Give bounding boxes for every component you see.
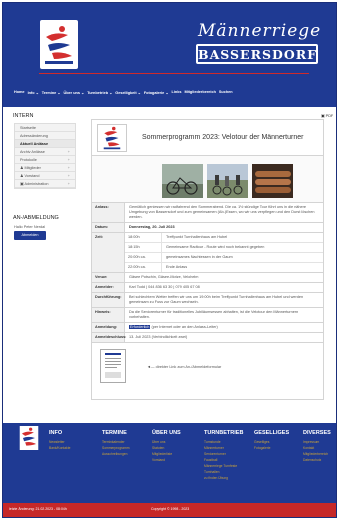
footer-col-info: INFO Newsletter Bank/Kontakte bbox=[49, 430, 71, 450]
footer-link[interactable]: Mitgliederliste bbox=[152, 452, 181, 456]
sidebar-item-vorstand[interactable]: ♟ Vorstand + bbox=[15, 172, 75, 180]
sidebar-item-mitglieder[interactable]: ♟ Mitglieder + bbox=[15, 164, 75, 172]
footer-col-termine: TERMINE Terminkalender Sommerprogramm Au… bbox=[102, 430, 130, 456]
nav-links[interactable]: Links bbox=[172, 90, 182, 95]
info-row-hinweis: Hinweis: Da die Seniorenturner für tradi… bbox=[92, 308, 323, 323]
sidebar-menu: Startseite Adressänderung Aktuell Anläss… bbox=[14, 123, 76, 189]
gymnast-logo-icon bbox=[103, 126, 121, 150]
info-row-venue: Venue: Gäsee Potschin, Gäsee-Motze, Velo… bbox=[92, 273, 323, 283]
footer-link[interactable]: Statuten bbox=[152, 446, 181, 450]
footer-col-diverses: DIVERSES Impressum Kontakt Mitgliederber… bbox=[303, 430, 331, 462]
nav-geselligkeit[interactable]: Geselligkeit ⌄ bbox=[115, 90, 141, 95]
event-title: Sommerprogramm 2023: Velotour der Männer… bbox=[142, 134, 304, 141]
copyright-text: Copyright © 1998 - 2023 bbox=[151, 507, 190, 511]
footer-link[interactable]: Terminkalender bbox=[102, 440, 129, 444]
main-navigation: Home Info ⌄ Termine ⌄ Über uns ⌄ Turnbet… bbox=[14, 90, 233, 95]
logout-button[interactable]: Abmelden bbox=[14, 231, 46, 240]
footer-logo-icon[interactable] bbox=[19, 426, 39, 450]
footer-link[interactable]: Männerriege Turnfeste bbox=[204, 464, 243, 468]
footer-link[interactable]: Turnhallen bbox=[204, 470, 243, 474]
bottom-bar: letzte Änderung: 21.02.2023 - 08:04h Cop… bbox=[3, 503, 336, 517]
nav-info[interactable]: Info ⌄ bbox=[28, 90, 39, 95]
form-link-row: ◄— direkter Link zum An-/Abmeldeformular bbox=[92, 343, 323, 399]
group-ride-photo bbox=[207, 164, 248, 198]
header-divider bbox=[39, 73, 309, 74]
footer-link[interactable]: Kontakt bbox=[303, 446, 331, 450]
schedule-table: 18:00h Treffpunkt Turnhallenhaus am Hubel… bbox=[125, 233, 323, 272]
info-row-anmeldeschluss: Anmeldeschluss: 13. Juli 2023 (Verbindli… bbox=[92, 333, 323, 343]
required-badge: Erforderlich bbox=[129, 325, 151, 329]
pdf-link[interactable]: ▣ PDF bbox=[321, 113, 333, 118]
footer-link[interactable]: Datenschutz bbox=[303, 458, 331, 462]
footer-col-ueber-uns: ÜBER UNS Über uns Statuten Mitgliederlis… bbox=[152, 430, 181, 462]
footer-link[interactable]: zu finden Übung bbox=[204, 476, 243, 480]
expand-icon[interactable]: + bbox=[68, 180, 70, 188]
bicycle-photo bbox=[162, 164, 203, 198]
greeting-text: Hallo Peter Nerdal bbox=[14, 225, 46, 229]
sidebar-item-startseite[interactable]: Startseite bbox=[15, 124, 75, 132]
sidebar-item-adressaenderung[interactable]: Adressänderung bbox=[15, 132, 75, 140]
nav-ueber-uns[interactable]: Über uns ⌄ bbox=[64, 90, 85, 95]
nav-mitgliederbereich[interactable]: Mitgliederbereich bbox=[184, 90, 215, 95]
expand-icon[interactable]: + bbox=[68, 156, 70, 164]
site-title-box: BASSERSDORF bbox=[196, 44, 318, 64]
nav-turnbetrieb[interactable]: Turnbetrieb ⌄ bbox=[87, 90, 112, 95]
info-row-durchfuehrung: Durchführung: Bei schlechtem Wetter tref… bbox=[92, 293, 323, 308]
footer-link[interactable]: Faustball bbox=[204, 458, 243, 462]
nav-suchen[interactable]: Suchen bbox=[219, 90, 233, 95]
schedule-row: 22:00h ca. Ende Anlass bbox=[125, 263, 323, 272]
footer-link[interactable]: Fotogalerie bbox=[254, 446, 289, 450]
sidebar-item-administration[interactable]: ▣ Administration + bbox=[15, 180, 75, 188]
sidebar-item-protokolle[interactable]: Protokolle + bbox=[15, 156, 75, 164]
schedule-row: 20:00h ca. gemeinsames Nachtessen in der … bbox=[125, 253, 323, 263]
event-panel: Sommerprogramm 2023: Velotour der Männer… bbox=[91, 119, 324, 400]
site-header: Männerriege BASSERSDORF Home Info ⌄ Term… bbox=[3, 3, 336, 107]
nav-home[interactable]: Home bbox=[14, 90, 25, 95]
info-row-anlass: Anlass: Gemütlich geniessen wir radfahre… bbox=[92, 203, 323, 223]
gymnast-logo-icon bbox=[45, 26, 73, 64]
info-row-zeit: Zeit: 18:00h Treffpunkt Turnhallenhaus am… bbox=[92, 233, 323, 273]
nav-fotogalerie[interactable]: Fotogalerie ⌄ bbox=[144, 90, 169, 95]
last-modified-text: letzte Änderung: 21.02.2023 - 08:04h bbox=[9, 507, 67, 511]
info-row-anmelder: Anmelder: Karl Todd | 044 836 63 30 | 07… bbox=[92, 283, 323, 293]
footer-link[interactable]: Vorstand bbox=[152, 458, 181, 462]
footer-link[interactable]: Über uns bbox=[152, 440, 181, 444]
info-row-datum: Datum: Donnerstag, 20. Juli 2023 bbox=[92, 223, 323, 233]
site-footer: INFO Newsletter Bank/Kontakte TERMINE Te… bbox=[3, 423, 336, 503]
page-frame: Männerriege BASSERSDORF Home Info ⌄ Term… bbox=[2, 2, 337, 518]
event-logo bbox=[97, 124, 127, 152]
site-title-script: Männerriege bbox=[198, 21, 322, 41]
footer-col-geselliges: GESELLIGES Geselliges Fotogalerie bbox=[254, 430, 290, 450]
expand-icon[interactable]: + bbox=[68, 148, 70, 156]
nav-termine[interactable]: Termine ⌄ bbox=[42, 90, 61, 95]
club-logo[interactable] bbox=[40, 20, 78, 69]
footer-link[interactable]: Männerturner bbox=[204, 446, 243, 450]
expand-icon[interactable]: + bbox=[68, 164, 70, 172]
document-icon[interactable] bbox=[100, 349, 126, 383]
schedule-row: 18:00h Treffpunkt Turnhallenhaus am Hubel bbox=[125, 233, 323, 243]
info-row-anmeldung: Anmeldung: Erforderlich (per Internet od… bbox=[92, 323, 323, 333]
footer-link[interactable]: Sommerprogramm bbox=[102, 446, 129, 450]
footer-link[interactable]: Geselliges bbox=[254, 440, 289, 444]
bratwurst-photo bbox=[252, 164, 293, 198]
form-link[interactable]: ◄— direkter Link zum An-/Abmeldeformular bbox=[147, 365, 221, 369]
schedule-row: 18:15h Gemeinsame Radtour - Route wird no… bbox=[125, 243, 323, 253]
footer-link[interactable]: Mitgliederbereich bbox=[303, 452, 331, 456]
event-header: Sommerprogramm 2023: Velotour der Männer… bbox=[92, 120, 323, 156]
sidebar-heading: INTERN bbox=[13, 113, 34, 119]
event-photos bbox=[92, 156, 323, 203]
footer-link[interactable]: Impressum bbox=[303, 440, 331, 444]
footer-link[interactable]: Turnstunde bbox=[204, 440, 243, 444]
login-heading: AN-/ABMELDUNG bbox=[13, 215, 59, 221]
sidebar-item-aktuell-anlaesse[interactable]: Aktuell Anlässe bbox=[15, 140, 75, 148]
footer-link[interactable]: Ausschreibungen bbox=[102, 452, 129, 456]
footer-link[interactable]: Seniorenturner bbox=[204, 452, 243, 456]
footer-link[interactable]: Bank/Kontakte bbox=[49, 446, 70, 450]
footer-link[interactable]: Newsletter bbox=[49, 440, 70, 444]
expand-icon[interactable]: + bbox=[68, 172, 70, 180]
sidebar-item-archiv-anlaesse[interactable]: Archiv Anlässe + bbox=[15, 148, 75, 156]
footer-col-turnbetrieb: TURNBETRIEB Turnstunde Männerturner Seni… bbox=[204, 430, 244, 480]
